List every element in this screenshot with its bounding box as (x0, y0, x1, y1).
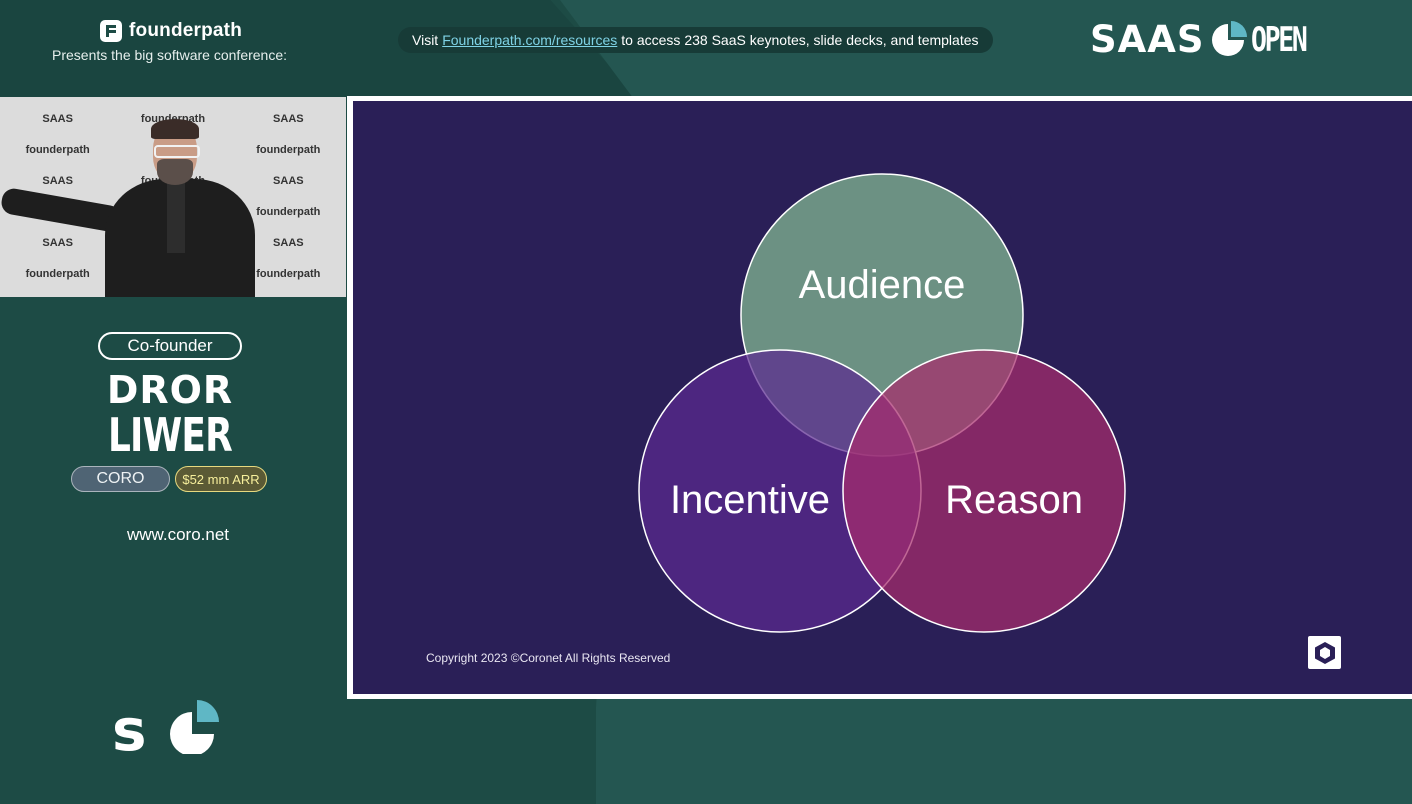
speaker-role-badge: Co-founder (98, 332, 242, 360)
pie-logo-icon (1211, 21, 1247, 56)
venn-diagram: Audience Incentive Reason (638, 173, 1126, 633)
presentation-slide: Audience Incentive Reason Copyright 2023… (347, 96, 1412, 699)
slide-content: Audience Incentive Reason Copyright 2023… (353, 101, 1412, 694)
coro-logo-icon (1308, 636, 1341, 669)
visit-prefix: Visit (412, 32, 439, 48)
slide-copyright: Copyright 2023 ©Coronet All Rights Reser… (426, 651, 671, 665)
resources-link[interactable]: Founderpath.com/resources (442, 32, 617, 48)
saas-wordmark: SAAS (1090, 18, 1205, 61)
audience-label: Audience (799, 263, 966, 307)
svg-text:s: s (112, 700, 147, 754)
founderpath-logo-icon (100, 20, 122, 42)
speaker-figure (0, 117, 265, 297)
so-logo-icon: s (112, 700, 219, 754)
speaker-first-name: DROR (106, 368, 234, 412)
company-badge: CORO (71, 466, 170, 492)
visit-banner: Visit Founderpath.com/resources to acces… (398, 27, 993, 53)
founderpath-name: founderpath (129, 20, 243, 41)
open-wordmark: OPEN (1250, 20, 1308, 60)
incentive-label: Incentive (670, 478, 830, 522)
saas-open-logo: SAAS OPEN (1090, 18, 1320, 61)
speaker-last-name: LIWER (107, 408, 233, 462)
founderpath-brand: founderpath (100, 20, 242, 42)
reason-label: Reason (945, 478, 1083, 522)
presents-text: Presents the big software conference: (52, 47, 288, 63)
arr-badge: $52 mm ARR (175, 466, 267, 492)
speaker-camera-feed: SAAS founderpath SAAS founderpath SAAS f… (0, 97, 346, 297)
company-website: www.coro.net (126, 525, 230, 544)
visit-suffix: to access 238 SaaS keynotes, slide decks… (621, 32, 979, 48)
